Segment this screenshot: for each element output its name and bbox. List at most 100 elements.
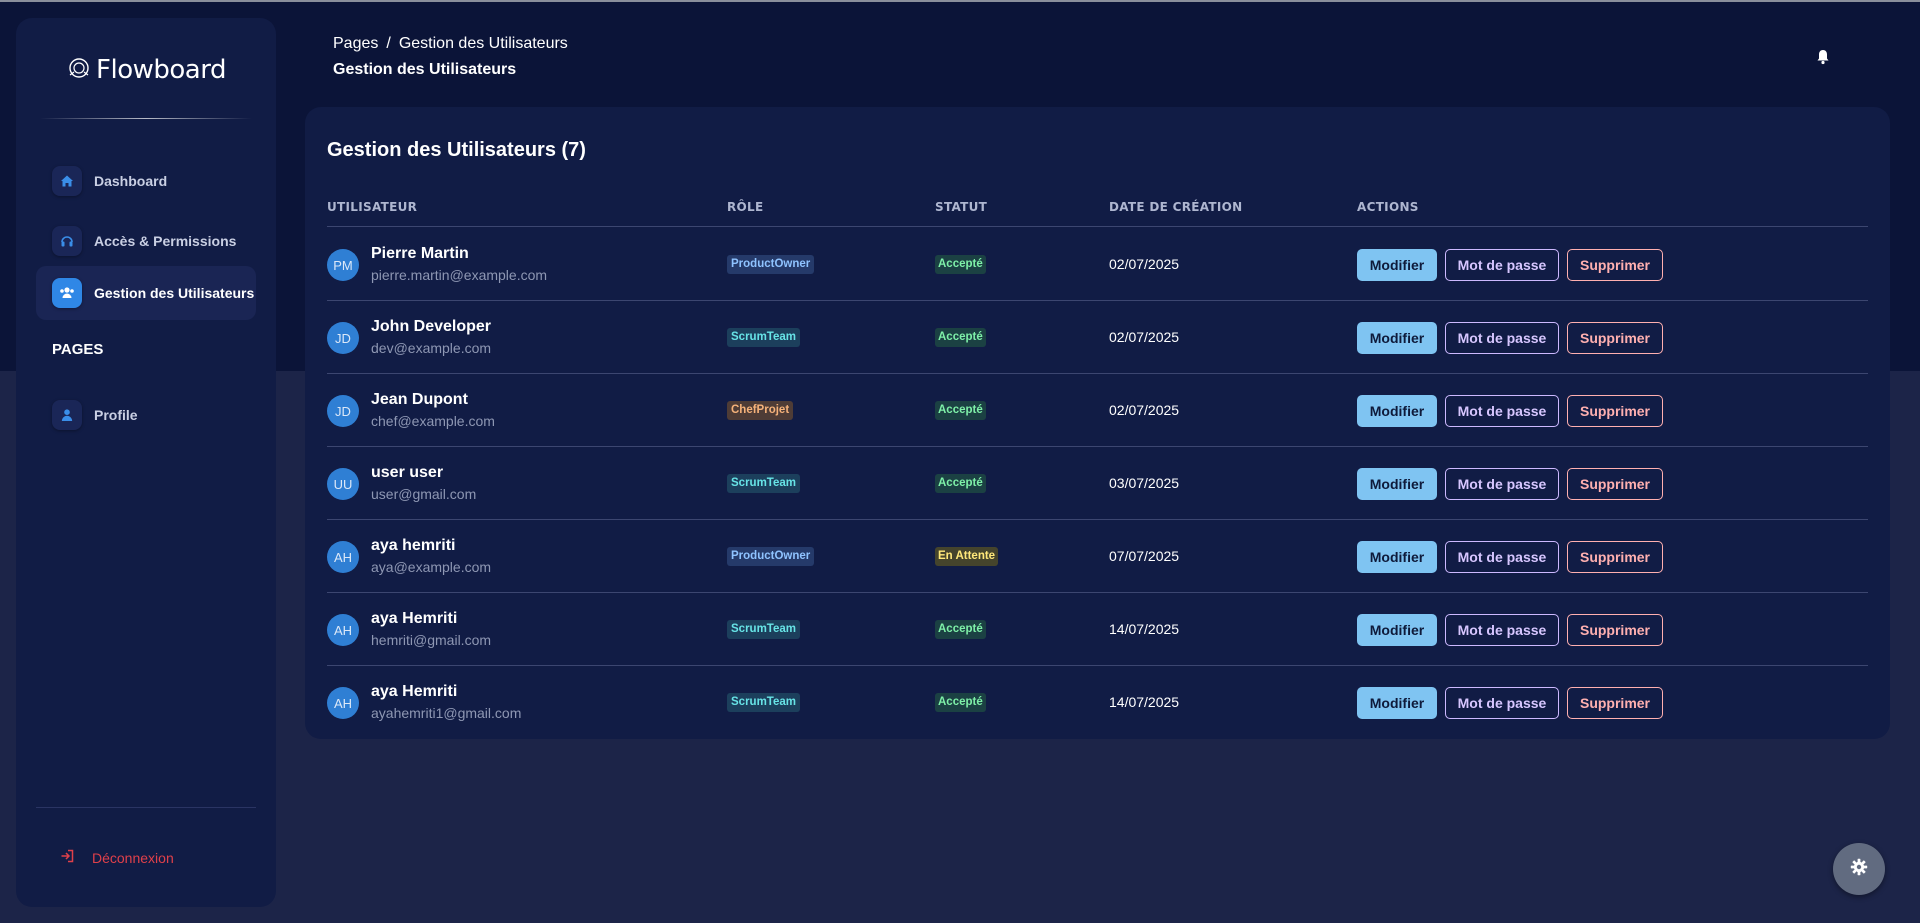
creation-date: 07/07/2025: [1109, 548, 1180, 564]
users-icon: [52, 278, 82, 308]
table-row: PM Pierre Martin pierre.martin@example.c…: [327, 228, 1868, 301]
gear-icon: [1850, 858, 1868, 881]
table-row: JD Jean Dupont chef@example.com ChefProj…: [327, 374, 1868, 447]
creation-date: 14/07/2025: [1109, 694, 1180, 710]
edit-button[interactable]: Modifier: [1357, 322, 1437, 354]
column-header-role: RÔLE: [727, 200, 764, 214]
creation-date: 02/07/2025: [1109, 329, 1180, 345]
user-name: Jean Dupont: [371, 391, 468, 408]
sidebar-item-label: Dashboard: [94, 173, 168, 189]
creation-date: 14/07/2025: [1109, 621, 1180, 637]
status-badge: Accepté: [935, 255, 986, 274]
user-email: chef@example.com: [371, 413, 495, 429]
user-name: aya hemriti: [371, 537, 456, 554]
user-email: user@gmail.com: [371, 486, 477, 502]
edit-button[interactable]: Modifier: [1357, 541, 1437, 573]
column-header-created: DATE DE CRÉATION: [1109, 200, 1243, 214]
flowboard-logo-icon: [66, 55, 92, 86]
user-icon: [52, 400, 82, 430]
column-header-actions: ACTIONS: [1357, 200, 1419, 214]
delete-button[interactable]: Supprimer: [1567, 322, 1663, 354]
column-header-user: UTILISATEUR: [327, 200, 418, 214]
logout-icon: [60, 849, 74, 868]
role-badge: ScrumTeam: [727, 328, 800, 347]
role-badge: ChefProjet: [727, 401, 794, 420]
password-button[interactable]: Mot de passe: [1445, 541, 1559, 573]
user-email: aya@example.com: [371, 559, 492, 575]
table-row: AH aya Hemriti ayahemriti1@gmail.com Scr…: [327, 666, 1868, 739]
table-row: AH aya Hemriti hemriti@gmail.com ScrumTe…: [327, 593, 1868, 666]
role-badge: ProductOwner: [727, 255, 815, 274]
status-badge: Accepté: [935, 474, 986, 493]
delete-button[interactable]: Supprimer: [1567, 541, 1663, 573]
table-header: UTILISATEUR RÔLE STATUT DATE DE CRÉATION…: [327, 197, 1868, 227]
user-email: ayahemriti1@gmail.com: [371, 705, 522, 721]
password-button[interactable]: Mot de passe: [1445, 249, 1559, 281]
home-icon: [52, 166, 82, 196]
edit-button[interactable]: Modifier: [1357, 395, 1437, 427]
edit-button[interactable]: Modifier: [1357, 687, 1437, 719]
role-badge: ScrumTeam: [727, 474, 800, 493]
avatar: AH: [327, 614, 359, 646]
status-badge: Accepté: [935, 328, 986, 347]
settings-button[interactable]: [1833, 843, 1885, 895]
avatar: JD: [327, 395, 359, 427]
page-title: Gestion des Utilisateurs: [333, 61, 517, 78]
edit-button[interactable]: Modifier: [1357, 614, 1437, 646]
role-badge: ScrumTeam: [727, 620, 800, 639]
role-badge: ProductOwner: [727, 547, 815, 566]
password-button[interactable]: Mot de passe: [1445, 468, 1559, 500]
logout-label: Déconnexion: [92, 850, 174, 866]
breadcrumb-separator: /: [386, 35, 391, 52]
headset-icon: [52, 226, 82, 256]
sidebar-item-dashboard[interactable]: Dashboard: [36, 154, 256, 208]
logout-button[interactable]: Déconnexion: [36, 838, 256, 878]
user-name: Pierre Martin: [371, 245, 469, 262]
edit-button[interactable]: Modifier: [1357, 468, 1437, 500]
table-row: AH aya hemriti aya@example.com ProductOw…: [327, 520, 1868, 593]
sidebar-item-label: Profile: [94, 407, 138, 423]
sidebar-item-access-permissions[interactable]: Accès & Permissions: [36, 214, 256, 268]
sidebar-divider: [36, 807, 256, 808]
user-name: aya Hemriti: [371, 683, 458, 700]
user-name: aya Hemriti: [371, 610, 458, 627]
creation-date: 02/07/2025: [1109, 402, 1180, 418]
role-badge: ScrumTeam: [727, 693, 800, 712]
edit-button[interactable]: Modifier: [1357, 249, 1437, 281]
bell-icon[interactable]: [1816, 49, 1836, 69]
status-badge: Accepté: [935, 693, 986, 712]
delete-button[interactable]: Supprimer: [1567, 687, 1663, 719]
avatar: AH: [327, 687, 359, 719]
password-button[interactable]: Mot de passe: [1445, 395, 1559, 427]
column-header-status: STATUT: [935, 200, 988, 214]
password-button[interactable]: Mot de passe: [1445, 614, 1559, 646]
breadcrumb-root[interactable]: Pages: [333, 35, 378, 53]
breadcrumb: Pages / Gestion des Utilisateurs: [333, 35, 568, 53]
brand-name: Flowboard: [96, 55, 226, 85]
brand-logo[interactable]: Flowboard: [16, 52, 276, 88]
users-card: Gestion des Utilisateurs (7) UTILISATEUR…: [305, 107, 1890, 739]
password-button[interactable]: Mot de passe: [1445, 687, 1559, 719]
user-name: John Developer: [371, 318, 492, 335]
status-badge: En Attente: [935, 547, 999, 566]
user-email: pierre.martin@example.com: [371, 267, 548, 283]
delete-button[interactable]: Supprimer: [1567, 249, 1663, 281]
delete-button[interactable]: Supprimer: [1567, 614, 1663, 646]
status-badge: Accepté: [935, 620, 986, 639]
card-title: Gestion des Utilisateurs (7): [327, 139, 586, 161]
sidebar-item-profile[interactable]: Profile: [36, 388, 256, 442]
creation-date: 03/07/2025: [1109, 475, 1180, 491]
sidebar: Flowboard Dashboard Accès & Permissions …: [16, 18, 276, 907]
delete-button[interactable]: Supprimer: [1567, 468, 1663, 500]
avatar: UU: [327, 468, 359, 500]
sidebar-item-label: Gestion des Utilisateurs: [94, 285, 255, 301]
sidebar-section-title: PAGES: [52, 341, 104, 358]
sidebar-item-user-management[interactable]: Gestion des Utilisateurs: [36, 266, 256, 320]
password-button[interactable]: Mot de passe: [1445, 322, 1559, 354]
sidebar-item-label: Accès & Permissions: [94, 233, 237, 249]
brand-divider: [40, 118, 252, 119]
delete-button[interactable]: Supprimer: [1567, 395, 1663, 427]
avatar: JD: [327, 322, 359, 354]
user-email: dev@example.com: [371, 340, 492, 356]
avatar: AH: [327, 541, 359, 573]
